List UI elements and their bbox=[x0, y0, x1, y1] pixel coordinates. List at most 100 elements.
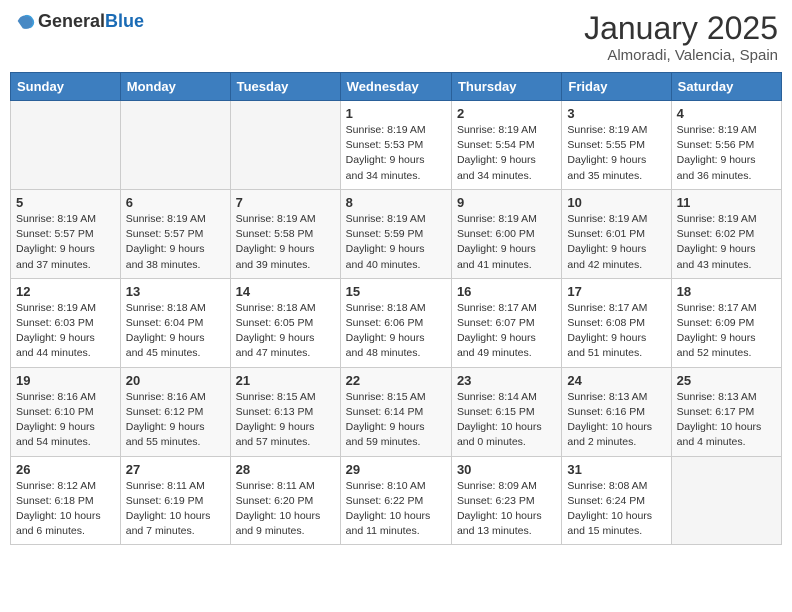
day-info: Sunrise: 8:16 AM Sunset: 6:12 PM Dayligh… bbox=[126, 390, 225, 451]
day-info: Sunrise: 8:14 AM Sunset: 6:15 PM Dayligh… bbox=[457, 390, 556, 451]
day-info: Sunrise: 8:11 AM Sunset: 6:20 PM Dayligh… bbox=[236, 479, 335, 540]
day-number: 1 bbox=[346, 106, 446, 121]
calendar-cell: 4Sunrise: 8:19 AM Sunset: 5:56 PM Daylig… bbox=[671, 101, 781, 190]
calendar-table: SundayMondayTuesdayWednesdayThursdayFrid… bbox=[10, 72, 782, 545]
weekday-header-tuesday: Tuesday bbox=[230, 73, 340, 101]
day-number: 16 bbox=[457, 284, 556, 299]
calendar-cell: 24 Sunrise: 8:13 AM Sunset: 6:16 PM Dayli… bbox=[562, 367, 671, 456]
weekday-header-sunday: Sunday bbox=[11, 73, 121, 101]
day-number: 13 bbox=[126, 284, 225, 299]
day-number: 26 bbox=[16, 462, 115, 477]
calendar-cell bbox=[11, 101, 121, 190]
day-info: Sunrise: 8:18 AM Sunset: 6:06 PM Dayligh… bbox=[346, 301, 446, 362]
day-info: Sunrise: 8:19 AM Sunset: 5:57 PM Dayligh… bbox=[126, 212, 225, 273]
calendar-cell: 17Sunrise: 8:17 AM Sunset: 6:08 PM Dayli… bbox=[562, 278, 671, 367]
day-info: Sunrise: 8:16 AM Sunset: 6:10 PM Dayligh… bbox=[16, 390, 115, 451]
calendar-cell: 26Sunrise: 8:12 AM Sunset: 6:18 PM Dayli… bbox=[11, 456, 121, 545]
day-info: Sunrise: 8:19 AM Sunset: 5:59 PM Dayligh… bbox=[346, 212, 446, 273]
day-number: 30 bbox=[457, 462, 556, 477]
logo-general-text: General bbox=[38, 11, 105, 31]
day-number: 8 bbox=[346, 195, 446, 210]
calendar-cell: 22Sunrise: 8:15 AM Sunset: 6:14 PM Dayli… bbox=[340, 367, 451, 456]
calendar-cell: 3 Sunrise: 8:19 AM Sunset: 5:55 PM Daylig… bbox=[562, 101, 671, 190]
calendar-cell: 11Sunrise: 8:19 AM Sunset: 6:02 PM Dayli… bbox=[671, 189, 781, 278]
calendar-cell: 13 Sunrise: 8:18 AM Sunset: 6:04 PM Dayli… bbox=[120, 278, 230, 367]
weekday-header-friday: Friday bbox=[562, 73, 671, 101]
calendar-cell: 25Sunrise: 8:13 AM Sunset: 6:17 PM Dayli… bbox=[671, 367, 781, 456]
day-number: 3 bbox=[567, 106, 665, 121]
calendar-cell: 15 Sunrise: 8:18 AM Sunset: 6:06 PM Dayli… bbox=[340, 278, 451, 367]
weekday-header-saturday: Saturday bbox=[671, 73, 781, 101]
calendar-cell: 19 Sunrise: 8:16 AM Sunset: 6:10 PM Dayli… bbox=[11, 367, 121, 456]
calendar-cell: 14 Sunrise: 8:18 AM Sunset: 6:05 PM Dayli… bbox=[230, 278, 340, 367]
calendar-cell: 6 Sunrise: 8:19 AM Sunset: 5:57 PM Daylig… bbox=[120, 189, 230, 278]
calendar-cell: 2 Sunrise: 8:19 AM Sunset: 5:54 PM Daylig… bbox=[451, 101, 561, 190]
day-number: 5 bbox=[16, 195, 115, 210]
calendar-week-row: 19 Sunrise: 8:16 AM Sunset: 6:10 PM Dayli… bbox=[11, 367, 782, 456]
day-number: 24 bbox=[567, 373, 665, 388]
day-info: Sunrise: 8:11 AM Sunset: 6:19 PM Dayligh… bbox=[126, 479, 225, 540]
day-number: 14 bbox=[236, 284, 335, 299]
calendar-cell: 7 Sunrise: 8:19 AM Sunset: 5:58 PM Daylig… bbox=[230, 189, 340, 278]
day-info: Sunrise: 8:19 AM Sunset: 6:01 PM Dayligh… bbox=[567, 212, 665, 273]
day-number: 22 bbox=[346, 373, 446, 388]
weekday-header-monday: Monday bbox=[120, 73, 230, 101]
logo: GeneralBlue bbox=[14, 10, 144, 32]
calendar-cell: 31Sunrise: 8:08 AM Sunset: 6:24 PM Dayli… bbox=[562, 456, 671, 545]
day-number: 15 bbox=[346, 284, 446, 299]
day-number: 20 bbox=[126, 373, 225, 388]
calendar-cell: 5 Sunrise: 8:19 AM Sunset: 5:57 PM Daylig… bbox=[11, 189, 121, 278]
calendar-cell: 9 Sunrise: 8:19 AM Sunset: 6:00 PM Daylig… bbox=[451, 189, 561, 278]
day-number: 12 bbox=[16, 284, 115, 299]
weekday-header-row: SundayMondayTuesdayWednesdayThursdayFrid… bbox=[11, 73, 782, 101]
calendar-cell: 1 Sunrise: 8:19 AM Sunset: 5:53 PM Daylig… bbox=[340, 101, 451, 190]
day-info: Sunrise: 8:08 AM Sunset: 6:24 PM Dayligh… bbox=[567, 479, 665, 540]
day-info: Sunrise: 8:17 AM Sunset: 6:07 PM Dayligh… bbox=[457, 301, 556, 362]
day-number: 2 bbox=[457, 106, 556, 121]
day-number: 7 bbox=[236, 195, 335, 210]
day-info: Sunrise: 8:19 AM Sunset: 5:53 PM Dayligh… bbox=[346, 123, 446, 184]
day-info: Sunrise: 8:19 AM Sunset: 5:55 PM Dayligh… bbox=[567, 123, 665, 184]
calendar-cell: 27Sunrise: 8:11 AM Sunset: 6:19 PM Dayli… bbox=[120, 456, 230, 545]
logo-blue-text: Blue bbox=[105, 11, 144, 31]
day-number: 25 bbox=[677, 373, 776, 388]
day-info: Sunrise: 8:19 AM Sunset: 6:03 PM Dayligh… bbox=[16, 301, 115, 362]
day-info: Sunrise: 8:19 AM Sunset: 5:54 PM Dayligh… bbox=[457, 123, 556, 184]
month-year-title: January 2025 bbox=[584, 10, 778, 47]
day-info: Sunrise: 8:13 AM Sunset: 6:16 PM Dayligh… bbox=[567, 390, 665, 451]
day-info: Sunrise: 8:15 AM Sunset: 6:13 PM Dayligh… bbox=[236, 390, 335, 451]
calendar-week-row: 5 Sunrise: 8:19 AM Sunset: 5:57 PM Daylig… bbox=[11, 189, 782, 278]
calendar-cell: 20 Sunrise: 8:16 AM Sunset: 6:12 PM Dayli… bbox=[120, 367, 230, 456]
calendar-week-row: 26Sunrise: 8:12 AM Sunset: 6:18 PM Dayli… bbox=[11, 456, 782, 545]
day-info: Sunrise: 8:18 AM Sunset: 6:04 PM Dayligh… bbox=[126, 301, 225, 362]
day-number: 19 bbox=[16, 373, 115, 388]
day-info: Sunrise: 8:17 AM Sunset: 6:09 PM Dayligh… bbox=[677, 301, 776, 362]
day-number: 9 bbox=[457, 195, 556, 210]
title-section: January 2025 Almoradi, Valencia, Spain bbox=[584, 10, 778, 64]
day-number: 23 bbox=[457, 373, 556, 388]
day-number: 29 bbox=[346, 462, 446, 477]
day-number: 6 bbox=[126, 195, 225, 210]
calendar-cell: 21 Sunrise: 8:15 AM Sunset: 6:13 PM Dayli… bbox=[230, 367, 340, 456]
calendar-cell: 28 Sunrise: 8:11 AM Sunset: 6:20 PM Dayli… bbox=[230, 456, 340, 545]
day-number: 11 bbox=[677, 195, 776, 210]
day-number: 18 bbox=[677, 284, 776, 299]
day-info: Sunrise: 8:18 AM Sunset: 6:05 PM Dayligh… bbox=[236, 301, 335, 362]
day-number: 21 bbox=[236, 373, 335, 388]
day-info: Sunrise: 8:19 AM Sunset: 6:00 PM Dayligh… bbox=[457, 212, 556, 273]
calendar-cell: 23 Sunrise: 8:14 AM Sunset: 6:15 PM Dayli… bbox=[451, 367, 561, 456]
day-info: Sunrise: 8:10 AM Sunset: 6:22 PM Dayligh… bbox=[346, 479, 446, 540]
calendar-cell: 8 Sunrise: 8:19 AM Sunset: 5:59 PM Daylig… bbox=[340, 189, 451, 278]
day-info: Sunrise: 8:19 AM Sunset: 5:57 PM Dayligh… bbox=[16, 212, 115, 273]
calendar-cell bbox=[120, 101, 230, 190]
calendar-week-row: 1 Sunrise: 8:19 AM Sunset: 5:53 PM Daylig… bbox=[11, 101, 782, 190]
calendar-cell: 10Sunrise: 8:19 AM Sunset: 6:01 PM Dayli… bbox=[562, 189, 671, 278]
weekday-header-wednesday: Wednesday bbox=[340, 73, 451, 101]
day-number: 4 bbox=[677, 106, 776, 121]
day-number: 28 bbox=[236, 462, 335, 477]
calendar-cell: 30 Sunrise: 8:09 AM Sunset: 6:23 PM Dayli… bbox=[451, 456, 561, 545]
day-info: Sunrise: 8:19 AM Sunset: 5:58 PM Dayligh… bbox=[236, 212, 335, 273]
page-header: GeneralBlue January 2025 Almoradi, Valen… bbox=[10, 10, 782, 64]
day-info: Sunrise: 8:09 AM Sunset: 6:23 PM Dayligh… bbox=[457, 479, 556, 540]
day-number: 17 bbox=[567, 284, 665, 299]
